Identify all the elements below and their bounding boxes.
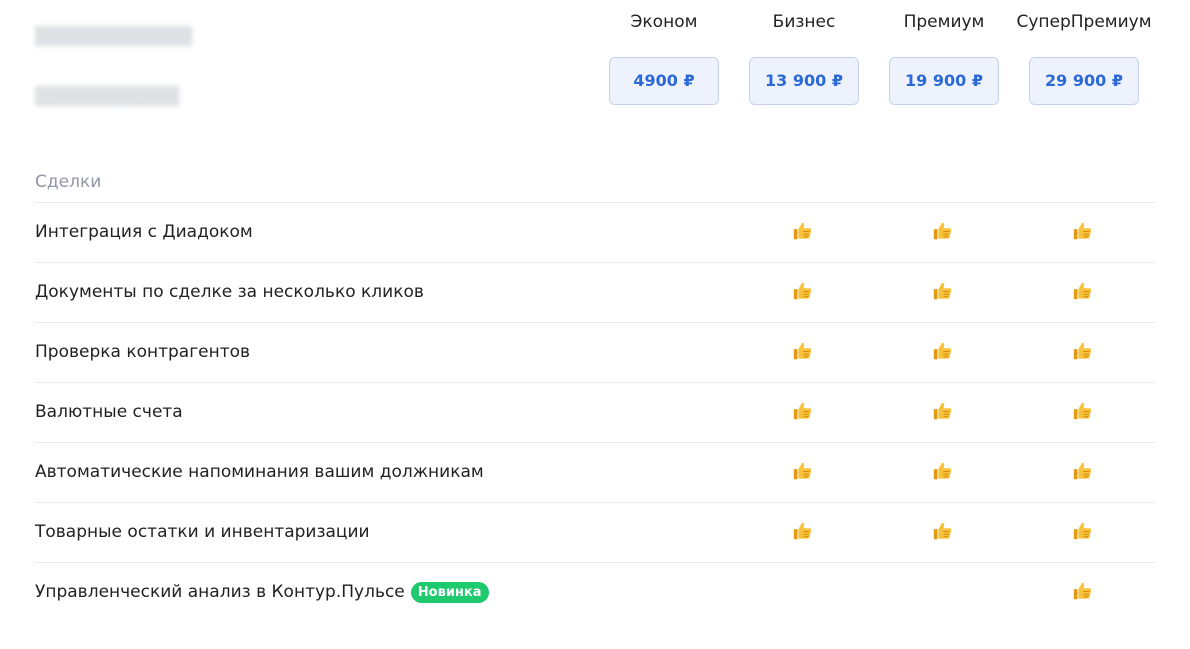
thumbs-up-icon	[792, 340, 816, 364]
table-row: Документы по сделке за несколько кликов	[35, 262, 1155, 322]
thumbs-up-icon	[792, 220, 816, 244]
thumbs-up-icon	[932, 280, 956, 304]
thumbs-up-icon	[932, 460, 956, 484]
pricing-comparison: ████████████ ███████████ Эконом 4900 ₽ Б…	[0, 0, 1190, 649]
thumbs-up-icon	[1072, 460, 1096, 484]
feature-label: Автоматические напоминания вашим должник…	[35, 462, 484, 482]
plan-column-superpremium: СуперПремиум 29 900 ₽	[1014, 10, 1154, 105]
section-title: Сделки	[35, 172, 102, 192]
thumbs-up-icon	[932, 220, 956, 244]
thumbs-up-icon	[1072, 220, 1096, 244]
price-button-business[interactable]: 13 900 ₽	[749, 57, 859, 105]
feature-label: Интеграция с Диадоком	[35, 222, 253, 242]
feature-label-text: Товарные остатки и инвентаризации	[35, 522, 370, 542]
feature-label-text: Управленческий анализ в Контур.Пульсе	[35, 582, 405, 602]
faded-header-text-1: ████████████	[35, 27, 192, 47]
plan-name: Премиум	[903, 12, 985, 32]
feature-label-text: Проверка контрагентов	[35, 342, 251, 362]
plan-name: Бизнес	[772, 12, 836, 32]
table-row: Интеграция с Диадоком	[35, 202, 1155, 262]
feature-label: Проверка контрагентов	[35, 342, 250, 362]
feature-label: Товарные остатки и инвентаризации	[35, 522, 370, 542]
feature-table: Интеграция с Диадоком Документы по сделке…	[35, 202, 1155, 622]
thumbs-up-icon	[792, 280, 816, 304]
thumbs-up-icon	[932, 340, 956, 364]
price-button-econom[interactable]: 4900 ₽	[609, 57, 719, 105]
thumbs-up-icon	[792, 460, 816, 484]
plan-column-business: Бизнес 13 900 ₽	[734, 10, 874, 105]
faded-header-text-2: ███████████	[35, 87, 179, 107]
feature-label: Документы по сделке за несколько кликов	[35, 282, 424, 302]
price-button-superpremium[interactable]: 29 900 ₽	[1029, 57, 1139, 105]
thumbs-up-icon	[932, 520, 956, 544]
thumbs-up-icon	[1072, 520, 1096, 544]
plan-column-premium: Премиум 19 900 ₽	[874, 10, 1014, 105]
feature-label-text: Документы по сделке за несколько кликов	[35, 282, 424, 302]
thumbs-up-icon	[1072, 340, 1096, 364]
new-badge: Новинка	[410, 582, 489, 603]
table-row: Автоматические напоминания вашим должник…	[35, 442, 1155, 502]
thumbs-up-icon	[1072, 580, 1096, 604]
plan-name: Эконом	[630, 12, 698, 32]
plan-column-econom: Эконом 4900 ₽	[594, 10, 734, 105]
thumbs-up-icon	[932, 400, 956, 424]
table-row: Проверка контрагентов	[35, 322, 1155, 382]
thumbs-up-icon	[792, 400, 816, 424]
feature-label-text: Валютные счета	[35, 402, 183, 422]
table-row: Товарные остатки и инвентаризации	[35, 502, 1155, 562]
thumbs-up-icon	[1072, 280, 1096, 304]
plan-name: СуперПремиум	[1016, 12, 1152, 32]
price-button-premium[interactable]: 19 900 ₽	[889, 57, 999, 105]
feature-label-text: Интеграция с Диадоком	[35, 222, 253, 242]
feature-label-text: Автоматические напоминания вашим должник…	[35, 462, 484, 482]
feature-label: Валютные счета	[35, 402, 183, 422]
thumbs-up-icon	[792, 520, 816, 544]
table-row: Валютные счета	[35, 382, 1155, 442]
feature-label: Управленческий анализ в Контур.Пульсе Нов…	[35, 582, 489, 603]
thumbs-up-icon	[1072, 400, 1096, 424]
table-row: Управленческий анализ в Контур.Пульсе Нов…	[35, 562, 1155, 622]
